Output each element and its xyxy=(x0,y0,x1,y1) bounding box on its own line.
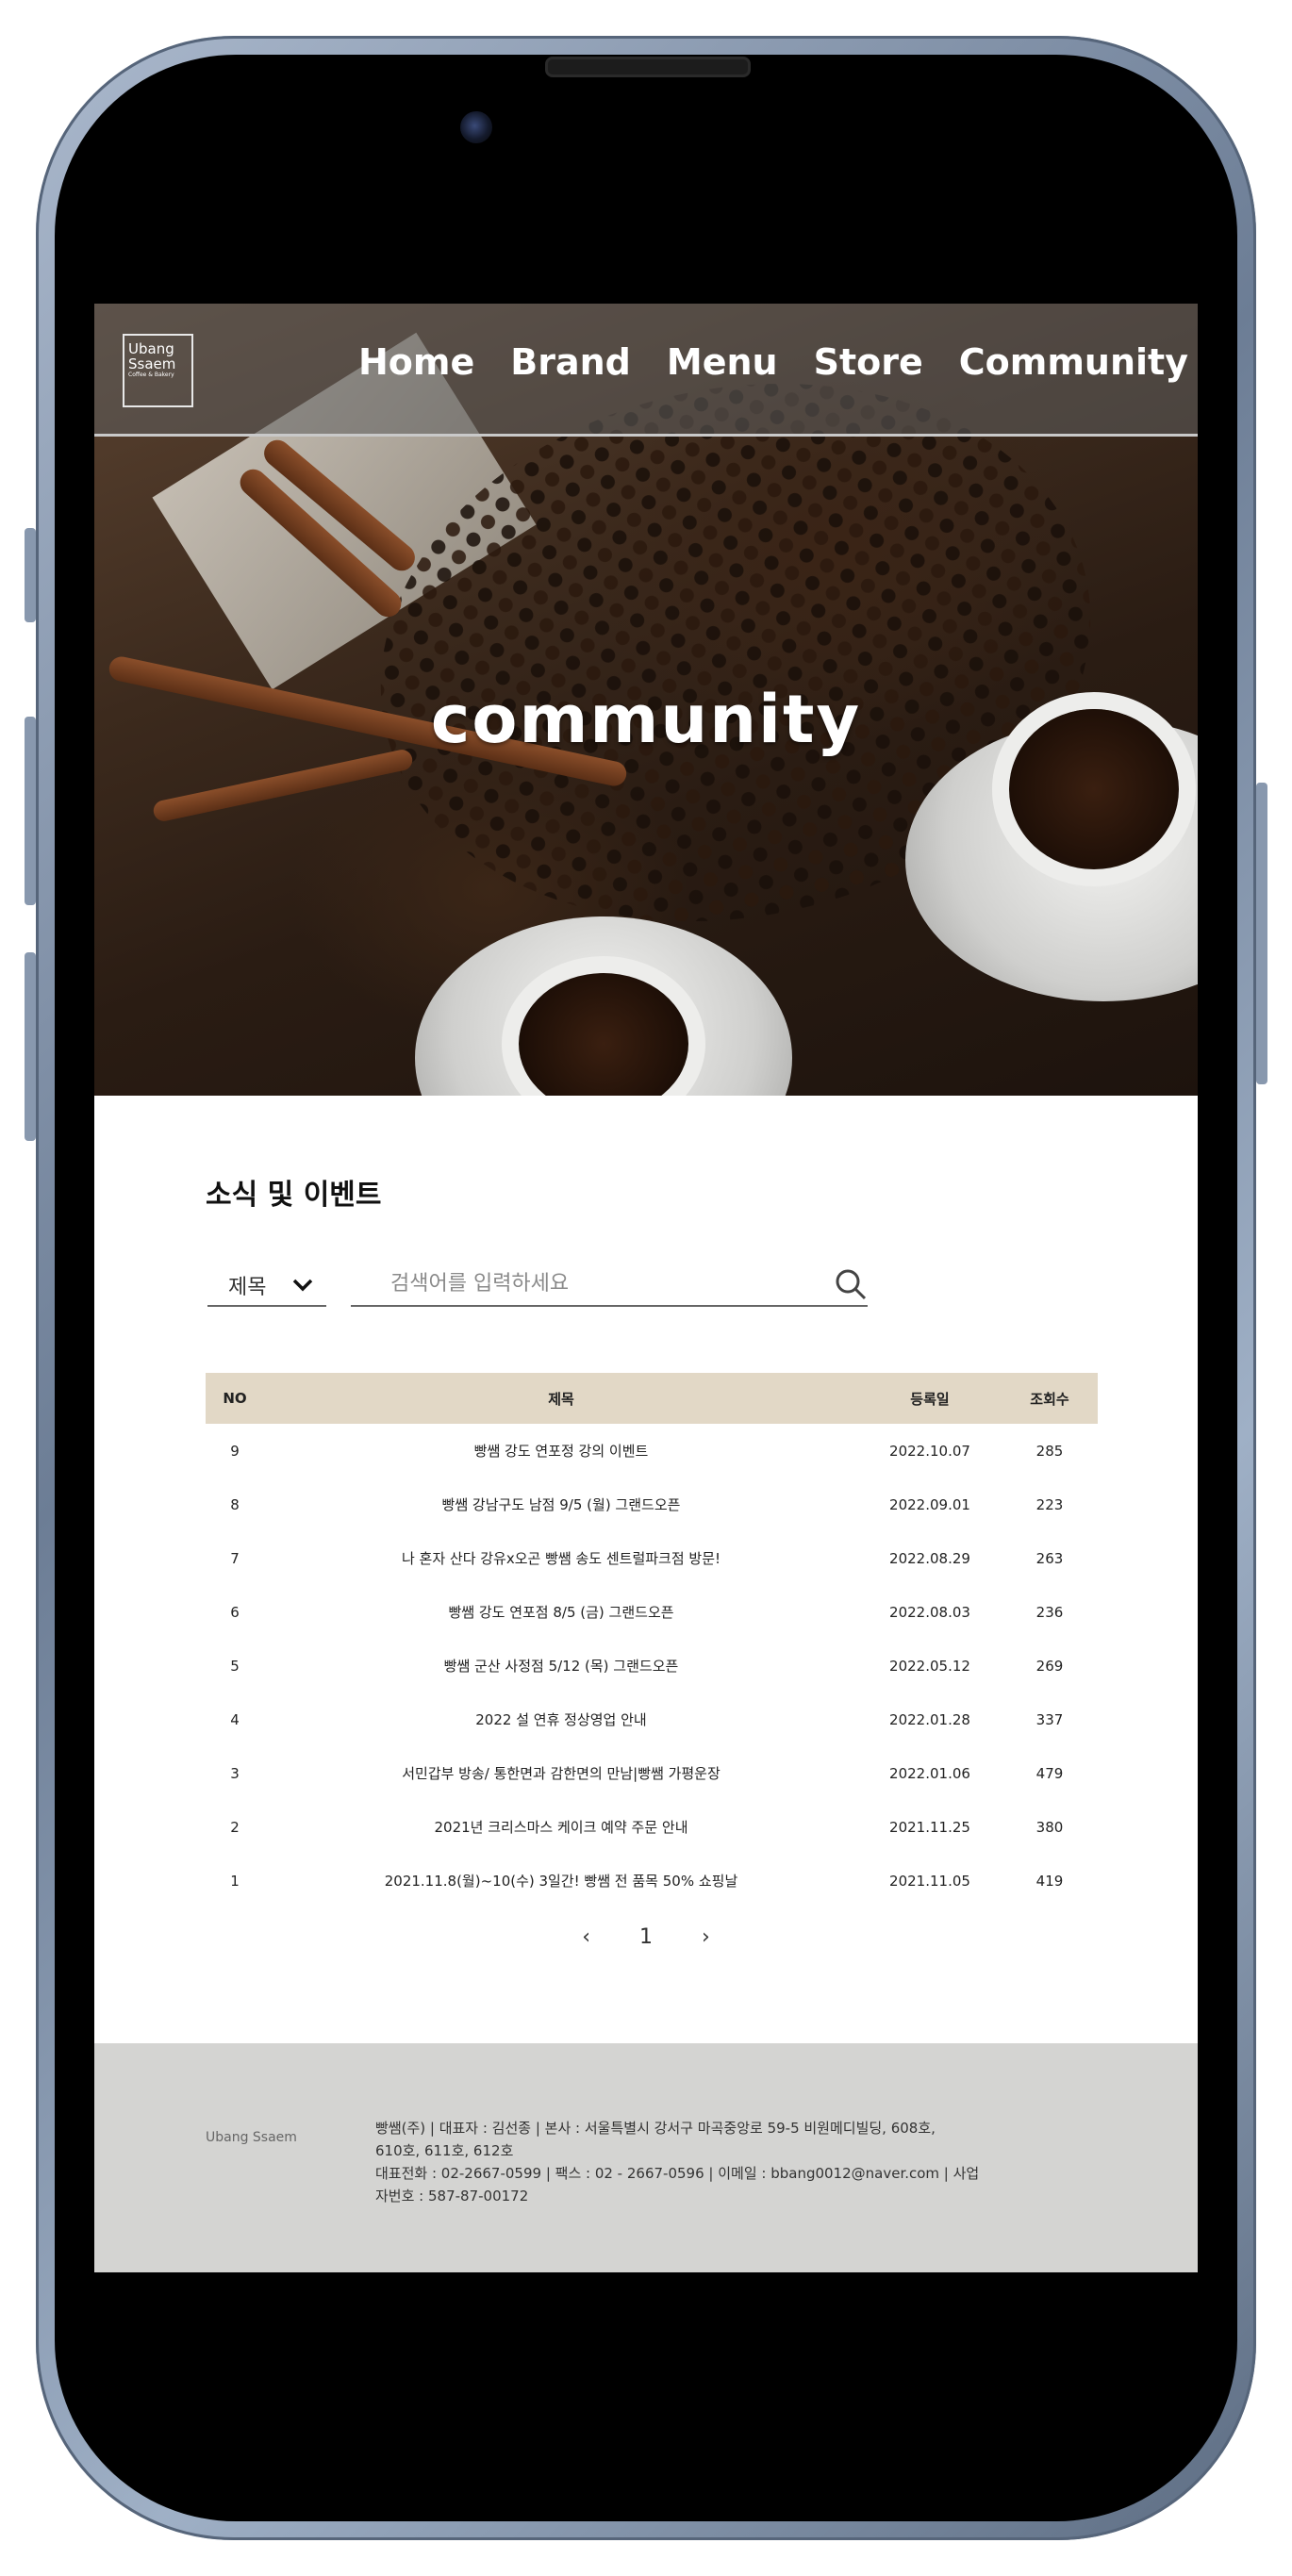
company-info-line: 자번호 : 587-87-00172 xyxy=(375,2188,529,2204)
search-type-label: 제목 xyxy=(228,1276,267,1299)
table-row[interactable]: 5 빵쌤 군산 사정점 5/12 (목) 그랜드오픈 2022.05.12 26… xyxy=(206,1639,1098,1693)
cinnamon-stick-image xyxy=(151,748,415,823)
footer-logo: Ubang Ssaem xyxy=(206,2130,297,2145)
cell-subject-link[interactable]: 빵쌤 강도 연포점 8/5 (금) 그랜드오픈 xyxy=(264,1585,858,1639)
site-footer: Ubang Ssaem 빵쌤(주) | 대표자 : 김선종 | 본사 : 서울특… xyxy=(94,2043,1198,2272)
cell-views: 236 xyxy=(1035,1603,1064,1621)
cell-no: 5 xyxy=(230,1657,240,1675)
hero-title: community xyxy=(430,681,862,758)
cell-date: 2021.11.25 xyxy=(889,1818,970,1836)
section-title: 소식 및 이벤트 xyxy=(206,1179,382,1212)
col-header-subject: 제목 xyxy=(264,1373,858,1424)
cell-date: 2022.10.07 xyxy=(889,1442,970,1460)
speaker-grille xyxy=(545,57,751,77)
cell-subject-link[interactable]: 나 혼자 산다 강유x오곤 빵쌤 송도 센트럴파크점 방문! xyxy=(264,1531,858,1585)
cell-date: 2021.11.05 xyxy=(889,1872,970,1890)
cell-views: 380 xyxy=(1035,1818,1064,1836)
cell-subject-link[interactable]: 빵쌤 강도 연포정 강의 이벤트 xyxy=(264,1424,858,1478)
volume-down-button xyxy=(25,952,36,1141)
table-row[interactable]: 8 빵쌤 강남구도 남점 9/5 (월) 그랜드오픈 2022.09.01 22… xyxy=(206,1478,1098,1531)
search-input[interactable] xyxy=(389,1271,807,1296)
cell-no: 6 xyxy=(230,1603,240,1621)
table-row[interactable]: 4 2022 설 연휴 정상영업 안내 2022.01.28 337 xyxy=(206,1693,1098,1746)
pagination: ‹ 1 › xyxy=(94,1925,1198,1949)
cell-views: 419 xyxy=(1035,1872,1064,1890)
cell-views: 263 xyxy=(1035,1549,1064,1567)
cell-views: 223 xyxy=(1035,1495,1064,1513)
company-info: 빵쌤(주) | 대표자 : 김선종 | 본사 : 서울특별시 강서구 마곡중앙로… xyxy=(375,2117,1054,2207)
cell-subject-link[interactable]: 2021년 크리스마스 케이크 예약 주문 안내 xyxy=(264,1800,858,1854)
logo-subtext: Coffee & Bakery xyxy=(128,372,174,378)
cell-no: 9 xyxy=(230,1442,240,1460)
cell-date: 2022.08.29 xyxy=(889,1549,970,1567)
search-type-select[interactable]: 제목 xyxy=(207,1265,326,1307)
nav-store[interactable]: Store xyxy=(814,341,923,383)
camera-icon xyxy=(460,111,492,143)
page-number-current[interactable]: 1 xyxy=(639,1925,653,1949)
company-info-line: 대표전화 : 02-2667-0599 | 팩스 : 02 - 2667-059… xyxy=(375,2165,980,2182)
cell-views: 285 xyxy=(1035,1442,1064,1460)
search-box xyxy=(351,1265,868,1307)
cell-no: 8 xyxy=(230,1495,240,1513)
cell-views: 337 xyxy=(1035,1710,1064,1728)
cell-no: 7 xyxy=(230,1549,240,1567)
cell-subject-link[interactable]: 2021.11.8(월)~10(수) 3일간! 빵쌤 전 품목 50% 쇼핑날 xyxy=(264,1854,858,1907)
notice-table: NO 제목 등록일 조회수 9 빵쌤 강도 연포정 강의 이벤트 2022.10… xyxy=(206,1373,1098,1907)
table-row[interactable]: 3 서민갑부 방송/ 통한면과 감한면의 만남|빵쌤 가평운장 2022.01.… xyxy=(206,1746,1098,1800)
site-header: Ubang Ssaem Coffee & Bakery Home Brand M… xyxy=(94,304,1198,437)
table-row[interactable]: 6 빵쌤 강도 연포점 8/5 (금) 그랜드오픈 2022.08.03 236 xyxy=(206,1585,1098,1639)
action-button xyxy=(25,528,36,622)
cell-date: 2022.01.06 xyxy=(889,1764,970,1782)
cell-subject-link[interactable]: 빵쌤 강남구도 남점 9/5 (월) 그랜드오픈 xyxy=(264,1478,858,1531)
next-page-button[interactable]: › xyxy=(702,1925,710,1949)
cell-subject-link[interactable]: 2022 설 연휴 정상영업 안내 xyxy=(264,1693,858,1746)
search-icon[interactable] xyxy=(834,1267,868,1301)
cell-subject-link[interactable]: 빵쌤 군산 사정점 5/12 (목) 그랜드오픈 xyxy=(264,1639,858,1693)
col-header-date: 등록일 xyxy=(858,1373,1002,1424)
table-row[interactable]: 7 나 혼자 산다 강유x오곤 빵쌤 송도 센트럴파크점 방문! 2022.08… xyxy=(206,1531,1098,1585)
cell-no: 3 xyxy=(230,1764,240,1782)
table-row[interactable]: 1 2021.11.8(월)~10(수) 3일간! 빵쌤 전 품목 50% 쇼핑… xyxy=(206,1854,1098,1907)
logo-text-line2: Ssaem xyxy=(128,355,176,372)
company-info-line: 빵쌤(주) | 대표자 : 김선종 | 본사 : 서울특별시 강서구 마곡중앙로… xyxy=(375,2120,936,2137)
cell-date: 2022.09.01 xyxy=(889,1495,970,1513)
col-header-views: 조회수 xyxy=(1002,1373,1098,1424)
power-button xyxy=(1256,783,1267,1084)
nav-brand[interactable]: Brand xyxy=(510,341,631,383)
table-row[interactable]: 9 빵쌤 강도 연포정 강의 이벤트 2022.10.07 285 xyxy=(206,1424,1098,1478)
brand-logo[interactable]: Ubang Ssaem Coffee & Bakery xyxy=(123,334,193,407)
nav-community[interactable]: Community xyxy=(959,341,1188,383)
cell-subject-link[interactable]: 서민갑부 방송/ 통한면과 감한면의 만남|빵쌤 가평운장 xyxy=(264,1746,858,1800)
table-row[interactable]: 2 2021년 크리스마스 케이크 예약 주문 안내 2021.11.25 38… xyxy=(206,1800,1098,1854)
table-header-row: NO 제목 등록일 조회수 xyxy=(206,1373,1098,1424)
nav-menu[interactable]: Menu xyxy=(667,341,778,383)
cell-no: 1 xyxy=(230,1872,240,1890)
nav-home[interactable]: Home xyxy=(358,341,474,383)
cell-no: 4 xyxy=(230,1710,240,1728)
main-nav: Home Brand Menu Store Community xyxy=(358,341,1188,383)
chevron-down-icon xyxy=(292,1274,313,1297)
col-header-no: NO xyxy=(206,1373,264,1424)
volume-up-button xyxy=(25,717,36,905)
cell-views: 479 xyxy=(1035,1764,1064,1782)
screen: community Ubang Ssaem Coffee & Bakery Ho… xyxy=(94,304,1198,2272)
company-info-line: 610호, 611호, 612호 xyxy=(375,2142,514,2159)
cell-no: 2 xyxy=(230,1818,240,1836)
cell-date: 2022.05.12 xyxy=(889,1657,970,1675)
prev-page-button[interactable]: ‹ xyxy=(582,1925,590,1949)
cell-date: 2022.08.03 xyxy=(889,1603,970,1621)
cell-views: 269 xyxy=(1035,1657,1064,1675)
cell-date: 2022.01.28 xyxy=(889,1710,970,1728)
